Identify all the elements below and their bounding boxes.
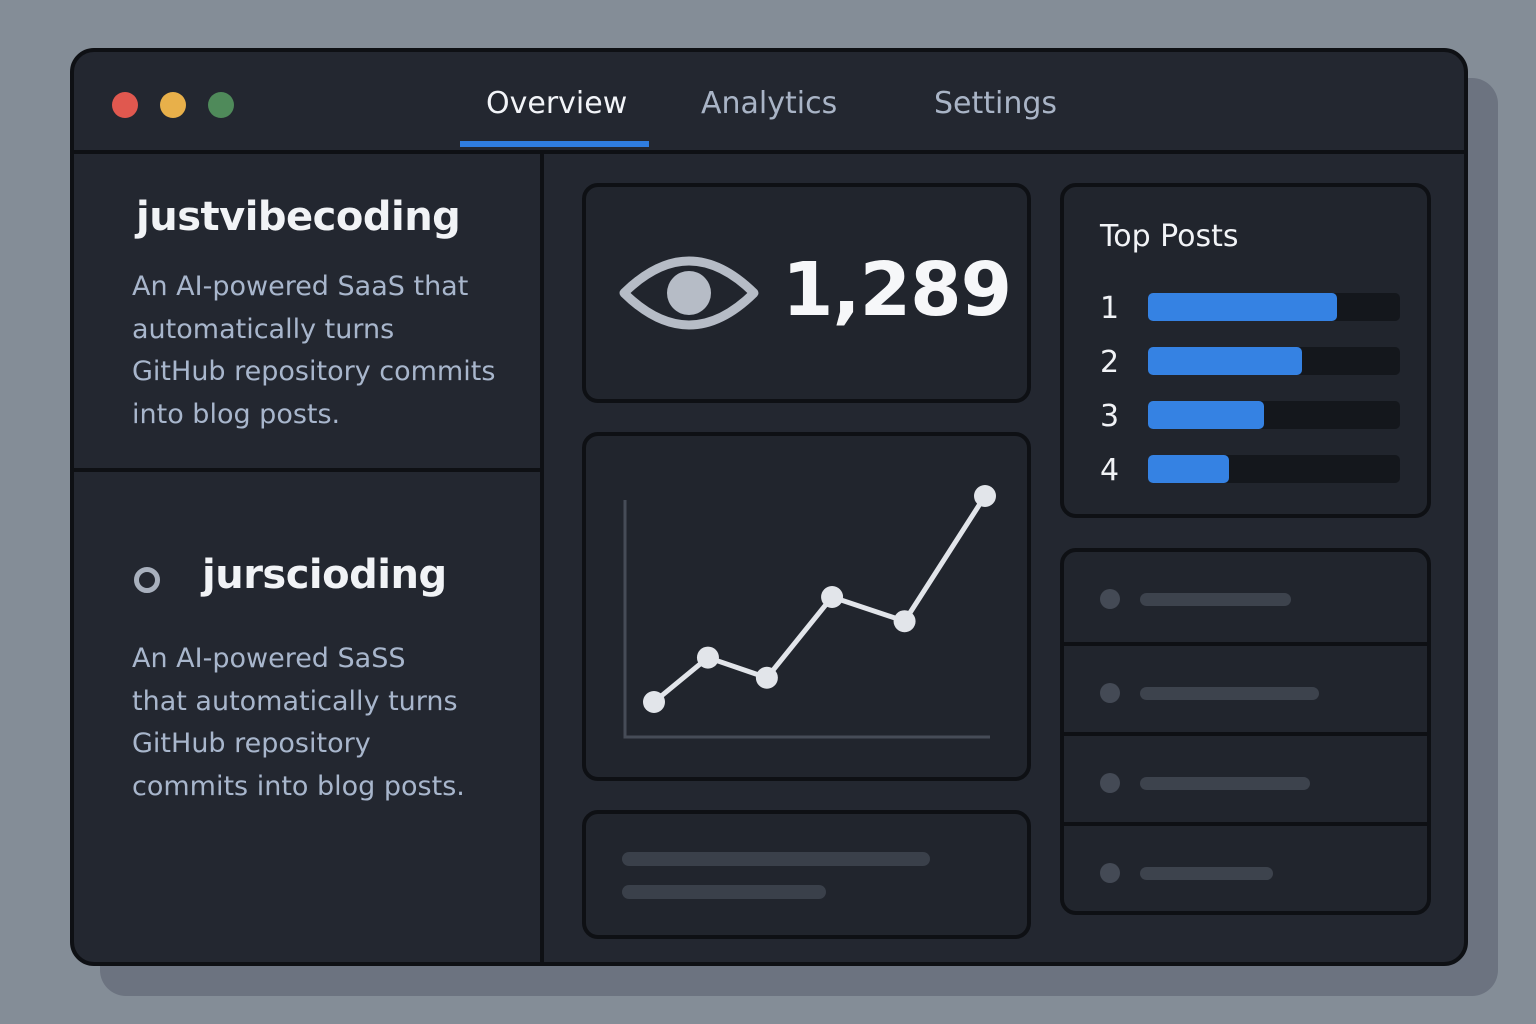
trend-point[interactable] — [821, 585, 844, 608]
views-count: 1,289 — [782, 247, 1012, 333]
post-bar-fill — [1148, 347, 1302, 375]
bullet-icon — [1100, 683, 1120, 703]
active-tab-indicator — [460, 141, 649, 147]
project-name: justvibecoding — [136, 194, 461, 240]
list-item[interactable] — [1064, 642, 1427, 732]
list-item[interactable] — [1064, 822, 1427, 912]
project-item[interactable]: jurscioding An AI-powered SaSS that auto… — [74, 472, 540, 962]
trend-chart-card — [582, 432, 1031, 781]
post-bar[interactable] — [1148, 347, 1400, 375]
close-window-button[interactable] — [112, 92, 138, 118]
placeholder-line — [1140, 777, 1310, 790]
trend-chart — [623, 485, 996, 739]
placeholder-line — [622, 885, 826, 899]
app-window: Overview Analytics Settings justvibecodi… — [70, 48, 1468, 966]
ring-icon — [134, 567, 160, 593]
tab-overview[interactable]: Overview — [486, 86, 627, 121]
bullet-icon — [1100, 863, 1120, 883]
maximize-window-button[interactable] — [208, 92, 234, 118]
list-item[interactable] — [1064, 552, 1427, 642]
placeholder-line — [1140, 867, 1273, 880]
views-card: 1,289 — [582, 183, 1031, 403]
tab-analytics[interactable]: Analytics — [701, 86, 837, 121]
minimize-window-button[interactable] — [160, 92, 186, 118]
top-posts-card: Top Posts 1 2 3 4 — [1060, 183, 1431, 518]
post-bar[interactable] — [1148, 293, 1400, 321]
list-card — [1060, 548, 1431, 915]
post-bar-fill — [1148, 293, 1337, 321]
bullet-icon — [1100, 589, 1120, 609]
trend-point[interactable] — [755, 666, 778, 689]
tab-settings[interactable]: Settings — [934, 86, 1057, 121]
post-bar-fill — [1148, 401, 1264, 429]
eye-icon — [618, 247, 760, 343]
project-item[interactable]: justvibecoding An AI-powered SaaS that a… — [74, 154, 540, 472]
post-rank: 2 — [1100, 345, 1120, 380]
placeholder-line — [1140, 593, 1291, 606]
post-bar-fill — [1148, 455, 1229, 483]
trend-point[interactable] — [696, 646, 719, 669]
post-rank: 1 — [1100, 291, 1120, 326]
trend-point[interactable] — [893, 610, 916, 633]
sidebar: justvibecoding An AI-powered SaaS that a… — [74, 154, 544, 962]
placeholder-card — [582, 810, 1031, 939]
bullet-icon — [1100, 773, 1120, 793]
post-bar[interactable] — [1148, 401, 1400, 429]
placeholder-line — [622, 852, 930, 866]
project-description: An AI-powered SaaS that automatically tu… — [132, 271, 496, 431]
placeholder-line — [1140, 687, 1319, 700]
project-name: jurscioding — [202, 552, 447, 598]
top-posts-title: Top Posts — [1100, 219, 1239, 254]
title-bar: Overview Analytics Settings — [74, 52, 1464, 154]
post-rank: 3 — [1100, 399, 1120, 434]
post-bar[interactable] — [1148, 455, 1400, 483]
list-item[interactable] — [1064, 732, 1427, 822]
trend-point[interactable] — [974, 485, 996, 507]
project-description: An AI-powered SaSS that automatically tu… — [132, 643, 465, 803]
trend-point[interactable] — [643, 691, 665, 713]
post-rank: 4 — [1100, 453, 1120, 488]
